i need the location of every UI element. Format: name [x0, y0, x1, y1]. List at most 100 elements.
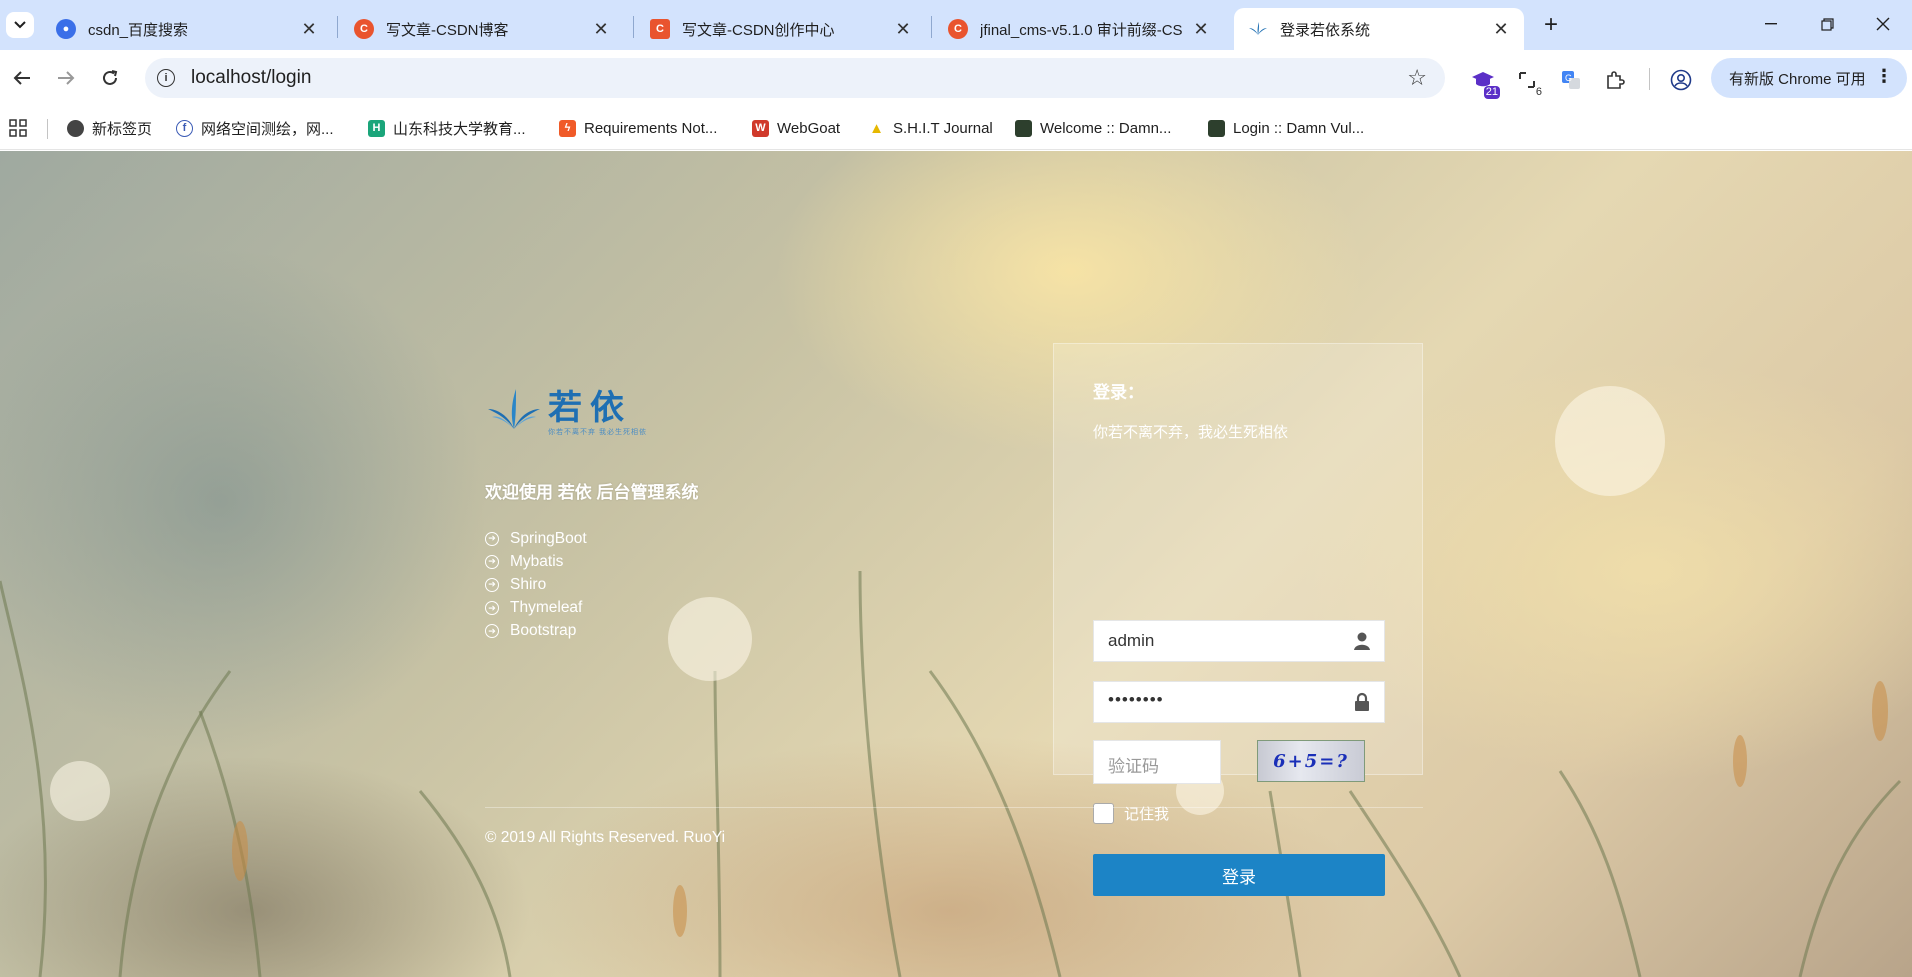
bookmark-requirements[interactable]: ϟ Requirements Not...	[559, 116, 717, 140]
star-icon[interactable]: ☆	[1407, 65, 1427, 91]
arrow-circle-right-icon: ➔	[485, 554, 499, 569]
tab-ruoyi-login[interactable]: 登录若依系统 ✕	[1234, 8, 1524, 50]
tab-jfinal[interactable]: C jfinal_cms-v5.1.0 审计前缀-CS ✕	[934, 8, 1224, 50]
minimize-button[interactable]	[1748, 8, 1794, 40]
chrome-update-button[interactable]: 有新版 Chrome 可用 ⋮	[1711, 58, 1907, 98]
list-item: ➔ SpringBoot	[485, 527, 587, 550]
globe-icon	[67, 119, 84, 137]
tab-csdn-blog[interactable]: C 写文章-CSDN博客 ✕	[340, 8, 624, 50]
dvwa-icon	[1015, 119, 1032, 137]
captcha-text: 6+5=?	[1273, 750, 1349, 772]
profile-button[interactable]	[1667, 66, 1695, 94]
login-title: 登录：	[1093, 383, 1144, 402]
captcha-input[interactable]: 验证码	[1093, 740, 1221, 784]
login-motto: 你若不离不弃，我必生死相依	[1093, 424, 1289, 441]
chevron-down-icon	[14, 21, 26, 29]
dvwa-icon	[1208, 119, 1225, 137]
apps-button[interactable]	[9, 116, 27, 140]
password-field[interactable]: ••••••••	[1093, 681, 1385, 723]
brand-title: 若依	[548, 389, 632, 427]
brand-logo: 若依 你若不离不弃 我必生死相依	[488, 389, 646, 436]
browser-toolbar: i localhost/login ☆ 21 6 G 有新版 Chrome 可用…	[0, 50, 1912, 106]
ruoyi-leaf-icon	[1248, 19, 1268, 39]
arrow-circle-right-icon: ➔	[485, 624, 499, 639]
captcha-placeholder: 验证码	[1108, 757, 1159, 776]
close-icon	[1876, 17, 1890, 31]
tech-label: SpringBoot	[510, 529, 587, 547]
tab-title: 写文章-CSDN创作中心	[682, 21, 835, 39]
csdn-c-icon: C	[354, 19, 374, 39]
ruoyi-leaf-icon	[488, 389, 540, 429]
more-vert-icon[interactable]: ⋮	[1875, 66, 1893, 87]
h-icon: H	[368, 119, 385, 137]
bookmark-sdust[interactable]: H 山东科技大学教育...	[368, 116, 526, 140]
bookmark-label: Welcome :: Damn...	[1040, 119, 1172, 137]
tab-csdn-creation[interactable]: C 写文章-CSDN创作中心 ✕	[636, 8, 926, 50]
restore-button[interactable]	[1804, 8, 1850, 40]
bookmark-label: Requirements Not...	[584, 119, 718, 137]
tech-label: Shiro	[510, 575, 547, 593]
goat-icon: W	[752, 119, 769, 137]
bookmark-label: Login :: Damn Vul...	[1233, 119, 1365, 137]
tab-baidu[interactable]: ● csdn_百度搜索 ✕	[42, 8, 332, 50]
tech-list: ➔ SpringBoot ➔ Mybatis ➔ Shiro ➔ Thymeleaf ➔…	[485, 527, 587, 643]
forward-button[interactable]	[52, 64, 80, 92]
tab-title: csdn_百度搜索	[88, 21, 189, 39]
tab-separator	[931, 16, 932, 38]
welcome-heading: 欢迎使用 若依 后台管理系统	[485, 483, 699, 502]
url-text[interactable]: localhost/login	[191, 67, 311, 89]
footer-divider	[485, 807, 1423, 808]
puzzle-icon	[1607, 71, 1625, 89]
brand-subtitle: 你若不离不弃 我必生死相依	[548, 429, 647, 436]
bookmark-new-tab[interactable]: 新标签页	[67, 116, 152, 140]
close-icon[interactable]: ✕	[892, 18, 914, 40]
bookmark-label: WebGoat	[777, 119, 841, 137]
bookmark-shit-journal[interactable]: ▲ S.H.I.T Journal	[868, 116, 993, 140]
password-value[interactable]: ••••••••	[1108, 690, 1164, 710]
close-icon[interactable]: ✕	[590, 18, 612, 40]
reload-button[interactable]	[96, 64, 124, 92]
username-value[interactable]: admin	[1108, 631, 1154, 651]
list-item: ➔ Thymeleaf	[485, 597, 587, 620]
bookmark-label: 网络空间测绘，网...	[201, 120, 334, 138]
list-item: ➔ Mybatis	[485, 550, 587, 573]
close-icon[interactable]: ✕	[298, 18, 320, 40]
extension-tracker[interactable]: 6	[1513, 66, 1542, 98]
csdn-c-icon: C	[948, 19, 968, 39]
login-page: 若依 你若不离不弃 我必生死相依 欢迎使用 若依 后台管理系统 ➔ SpringB…	[0, 151, 1912, 977]
tab-title: 写文章-CSDN博客	[386, 21, 509, 39]
update-label: 有新版 Chrome 可用	[1729, 70, 1866, 88]
svg-text:G: G	[1565, 73, 1572, 83]
bell-icon: ▲	[869, 119, 884, 137]
bookmark-webgoat[interactable]: W WebGoat	[752, 116, 840, 140]
new-tab-button[interactable]: +	[1538, 11, 1564, 38]
login-button[interactable]: 登录	[1093, 854, 1385, 896]
username-field[interactable]: admin	[1093, 620, 1385, 662]
fofa-icon: f	[176, 119, 193, 137]
bookmark-dvwa-welcome[interactable]: Welcome :: Damn...	[1015, 116, 1171, 140]
address-bar[interactable]: i localhost/login ☆	[145, 58, 1445, 98]
extension-graduation-cap[interactable]: 21	[1469, 66, 1500, 99]
site-info-icon[interactable]: i	[157, 69, 175, 87]
close-icon[interactable]: ✕	[1490, 18, 1512, 40]
tech-label: Mybatis	[510, 552, 564, 570]
list-item: ➔ Shiro	[485, 573, 587, 596]
tech-label: Bootstrap	[510, 622, 577, 640]
back-button[interactable]	[8, 64, 36, 92]
toolbar-separator	[1649, 68, 1650, 90]
arrow-right-icon	[58, 71, 75, 85]
user-icon	[1354, 632, 1370, 650]
close-icon[interactable]: ✕	[1190, 18, 1212, 40]
captcha-image[interactable]: 6+5=?	[1257, 740, 1365, 782]
restore-icon	[1820, 17, 1834, 31]
bookmark-fofa[interactable]: f 网络空间测绘，网...	[176, 116, 334, 140]
bookmark-dvwa-login[interactable]: Login :: Damn Vul...	[1208, 116, 1364, 140]
window-close-button[interactable]	[1860, 8, 1906, 40]
arrow-left-icon	[13, 71, 30, 85]
tab-title: jfinal_cms-v5.1.0 审计前缀-CS	[980, 21, 1183, 39]
extension-translate[interactable]: G	[1557, 66, 1585, 94]
tab-search-button[interactable]	[6, 12, 34, 38]
extensions-button[interactable]	[1601, 66, 1629, 94]
arrow-circle-right-icon: ➔	[485, 531, 499, 546]
lock-icon	[1355, 692, 1369, 711]
